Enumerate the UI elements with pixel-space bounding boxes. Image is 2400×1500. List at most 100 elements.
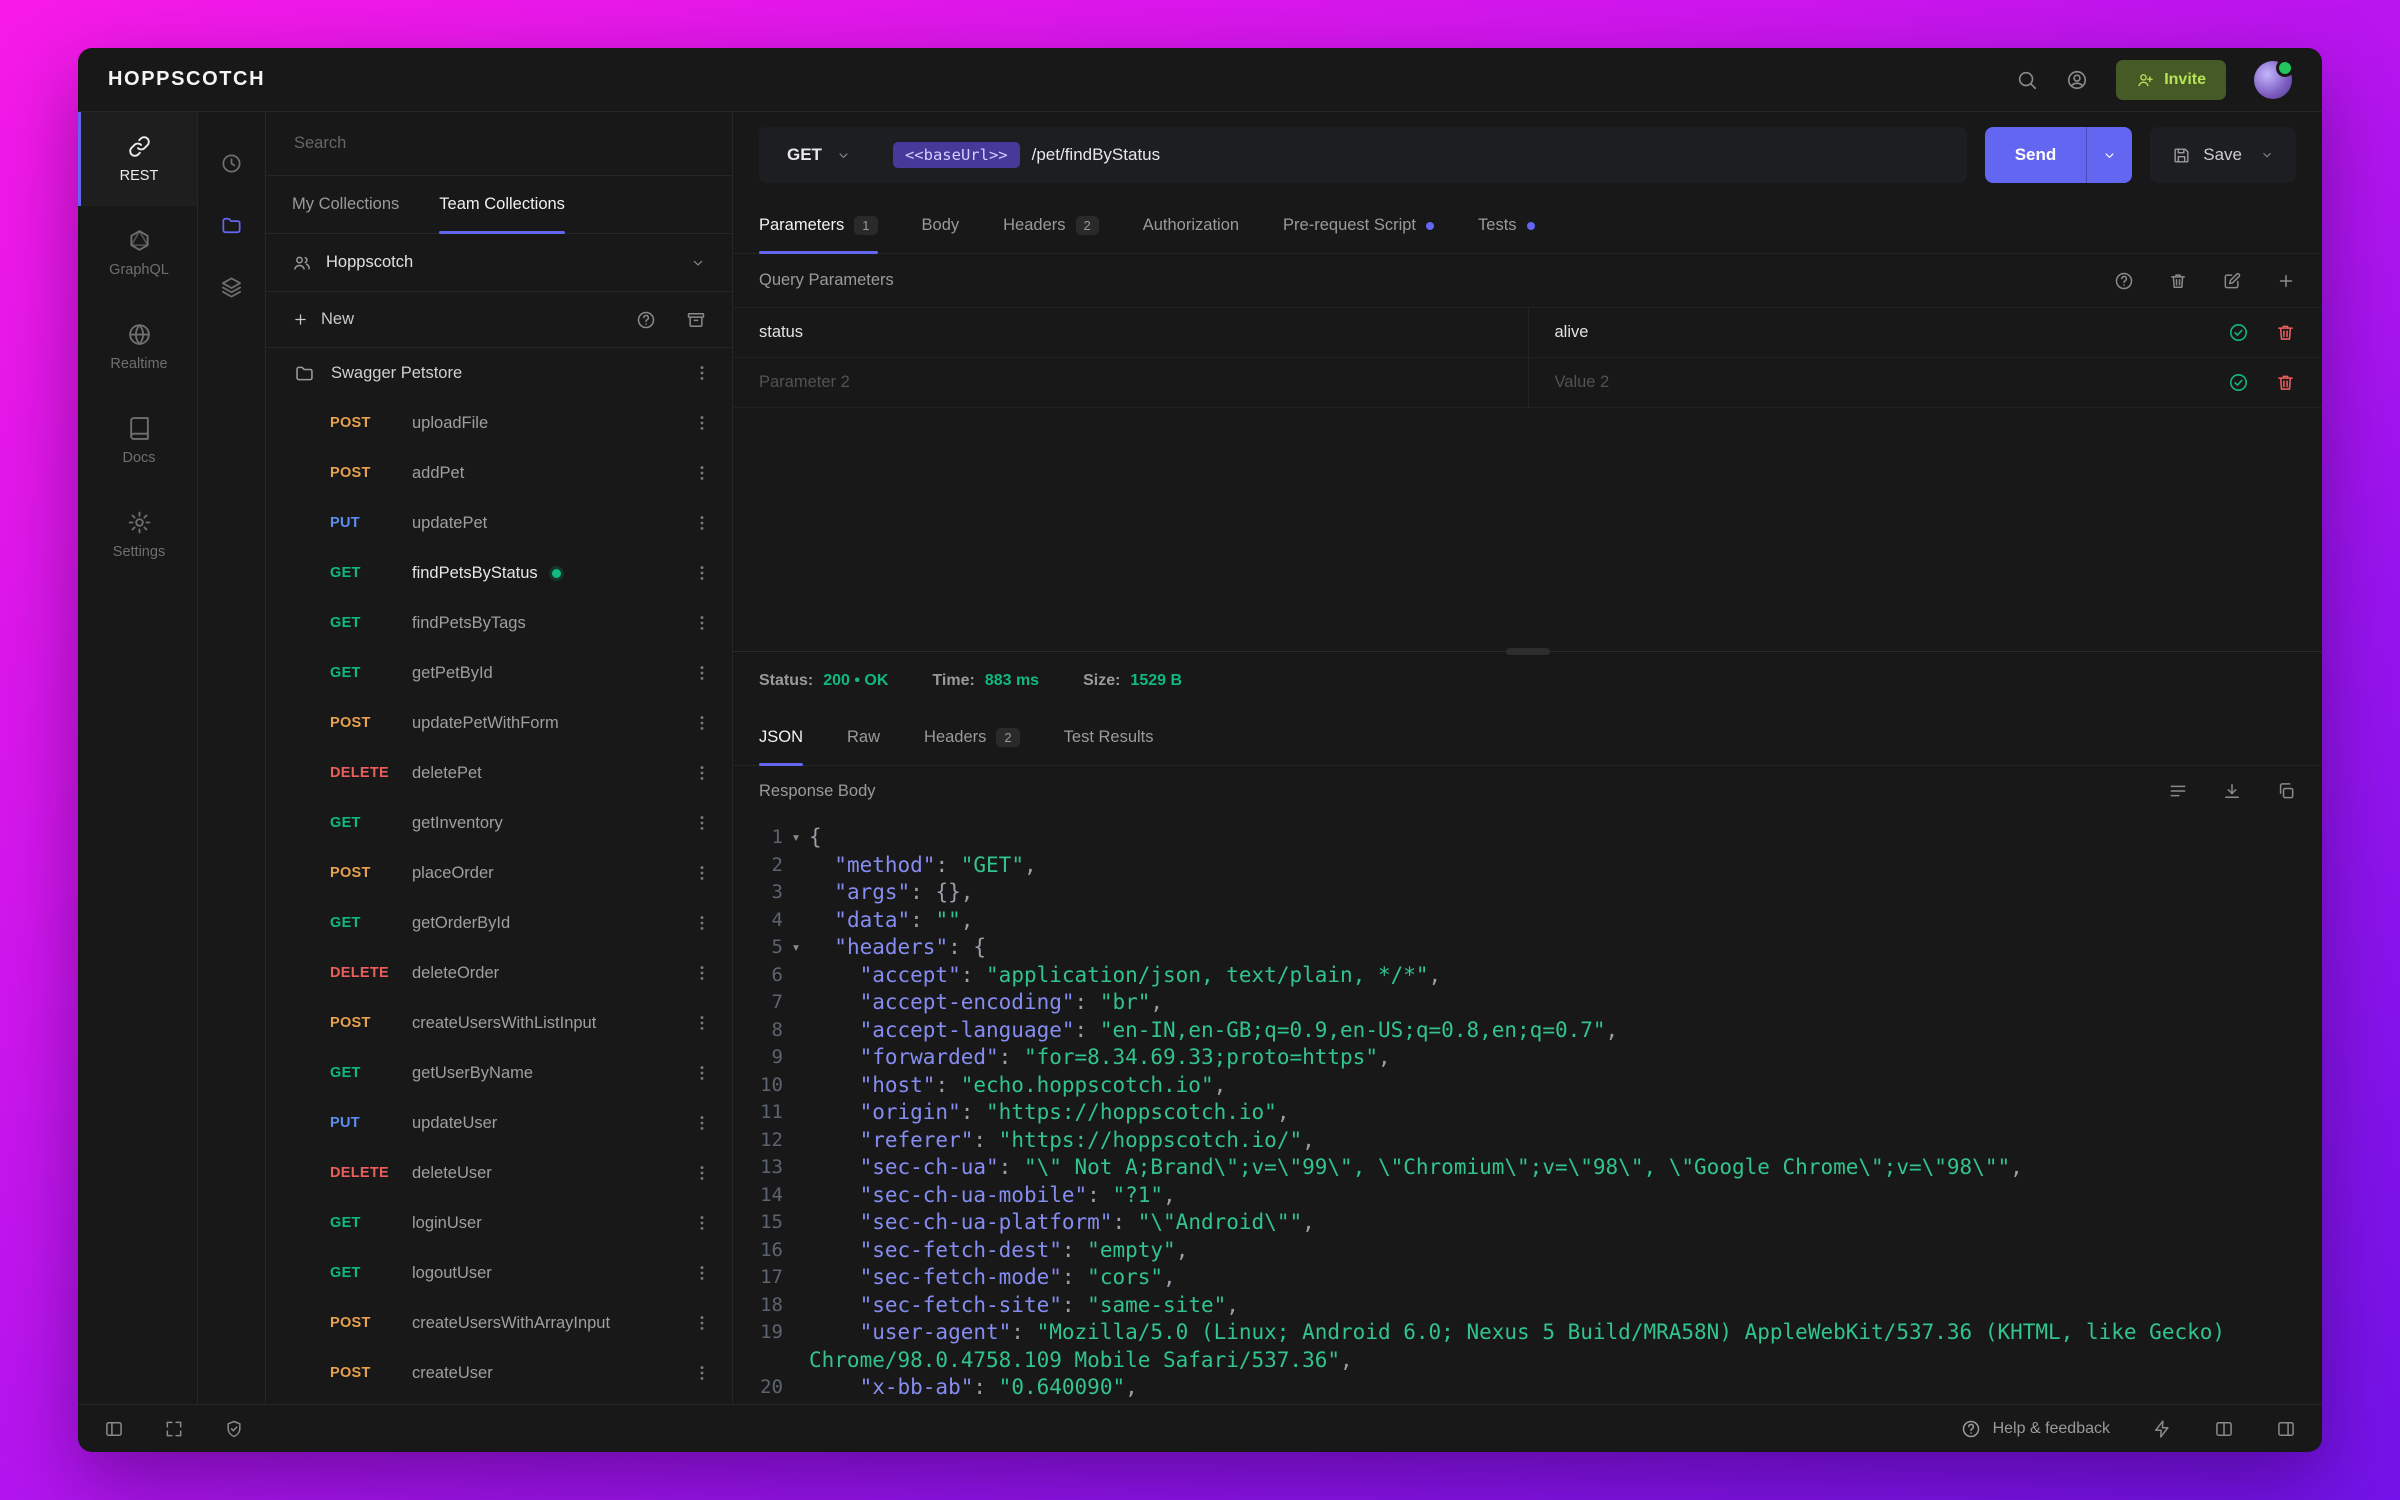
response-tab[interactable]: Raw bbox=[847, 710, 880, 765]
request-item[interactable]: DELETE deleteUser bbox=[266, 1148, 732, 1198]
fold-icon[interactable] bbox=[783, 1292, 809, 1320]
kebab-menu-icon[interactable] bbox=[692, 463, 712, 483]
request-tab[interactable]: Pre-request Script bbox=[1283, 198, 1435, 253]
request-item[interactable]: POST createUsersWithArrayInput bbox=[266, 1298, 732, 1348]
search-icon[interactable] bbox=[2016, 69, 2038, 91]
param-delete-icon[interactable] bbox=[2275, 322, 2296, 343]
download-icon[interactable] bbox=[2222, 781, 2242, 801]
nav-item-settings[interactable]: Settings bbox=[78, 488, 197, 582]
kebab-menu-icon[interactable] bbox=[692, 1163, 712, 1183]
kebab-menu-icon[interactable] bbox=[692, 363, 712, 383]
fold-icon[interactable]: ▾ bbox=[783, 934, 809, 962]
kebab-menu-icon[interactable] bbox=[692, 1363, 712, 1383]
rail-item-environments[interactable] bbox=[198, 256, 265, 318]
request-tab[interactable]: Headers 2 bbox=[1003, 198, 1099, 253]
send-options-button[interactable] bbox=[2086, 127, 2133, 183]
help-icon[interactable] bbox=[636, 310, 656, 330]
copy-icon[interactable] bbox=[2276, 781, 2296, 801]
fold-icon[interactable] bbox=[783, 1209, 809, 1237]
kebab-menu-icon[interactable] bbox=[692, 513, 712, 533]
kebab-menu-icon[interactable] bbox=[692, 1213, 712, 1233]
fold-icon[interactable] bbox=[783, 1154, 809, 1182]
request-tab[interactable]: Parameters 1 bbox=[759, 198, 878, 254]
new-collection-label[interactable]: New bbox=[321, 310, 354, 329]
fold-icon[interactable] bbox=[783, 1127, 809, 1155]
fold-icon[interactable] bbox=[783, 1017, 809, 1045]
help-icon[interactable] bbox=[2114, 271, 2134, 291]
request-item[interactable]: POST uploadFile bbox=[266, 398, 732, 448]
url-input[interactable]: <<baseUrl>> /pet/findByStatus bbox=[879, 142, 1160, 168]
fold-icon[interactable] bbox=[783, 1072, 809, 1100]
search-input[interactable] bbox=[292, 133, 706, 154]
request-item[interactable]: DELETE deleteOrder bbox=[266, 948, 732, 998]
avatar[interactable] bbox=[2254, 58, 2294, 99]
interceptor-icon[interactable] bbox=[224, 1419, 244, 1439]
response-tab[interactable]: Headers 2 bbox=[924, 710, 1020, 765]
toggle-sidebar-icon[interactable] bbox=[104, 1419, 124, 1439]
add-param-icon[interactable] bbox=[2276, 271, 2296, 291]
fold-icon[interactable]: ▾ bbox=[783, 824, 809, 852]
request-item[interactable]: PUT updateUser bbox=[266, 1098, 732, 1148]
send-button[interactable]: Send bbox=[1984, 127, 2087, 183]
column-layout-icon[interactable] bbox=[2214, 1419, 2234, 1439]
request-item[interactable]: POST addPet bbox=[266, 448, 732, 498]
kebab-menu-icon[interactable] bbox=[692, 713, 712, 733]
account-icon[interactable] bbox=[2066, 69, 2088, 91]
invite-button[interactable]: Invite bbox=[2116, 59, 2226, 100]
param-delete-icon[interactable] bbox=[2275, 372, 2296, 393]
collection-folder[interactable]: Swagger Petstore bbox=[266, 348, 732, 398]
fold-icon[interactable] bbox=[783, 1099, 809, 1127]
nav-item-graphql[interactable]: GraphQL bbox=[78, 206, 197, 300]
request-item[interactable]: PUT updatePet bbox=[266, 498, 732, 548]
kebab-menu-icon[interactable] bbox=[692, 863, 712, 883]
kebab-menu-icon[interactable] bbox=[692, 413, 712, 433]
kebab-menu-icon[interactable] bbox=[692, 563, 712, 583]
param-key-input[interactable]: Parameter 2 bbox=[733, 358, 1528, 407]
toggle-right-panel-icon[interactable] bbox=[2276, 1419, 2296, 1439]
wrap-lines-icon[interactable] bbox=[2168, 781, 2188, 801]
request-item[interactable]: GET getInventory bbox=[266, 798, 732, 848]
delete-all-icon[interactable] bbox=[2168, 271, 2188, 291]
method-select[interactable]: GET bbox=[759, 145, 879, 165]
response-body-editor[interactable]: 1 ▾ { 2 "method": "GET", 3 "args": {}, 4 … bbox=[733, 816, 2322, 1404]
request-item[interactable]: GET findPetsByStatus bbox=[266, 548, 732, 598]
fold-icon[interactable] bbox=[783, 1182, 809, 1210]
response-tab[interactable]: JSON bbox=[759, 710, 804, 766]
plus-icon[interactable] bbox=[292, 311, 309, 328]
request-item[interactable]: DELETE deletePet bbox=[266, 748, 732, 798]
fold-icon[interactable] bbox=[783, 852, 809, 880]
fold-icon[interactable] bbox=[783, 1374, 809, 1402]
kebab-menu-icon[interactable] bbox=[692, 963, 712, 983]
rail-item-history[interactable] bbox=[198, 132, 265, 194]
kebab-menu-icon[interactable] bbox=[692, 1313, 712, 1333]
fold-icon[interactable] bbox=[783, 989, 809, 1017]
kebab-menu-icon[interactable] bbox=[692, 1113, 712, 1133]
collections-tab[interactable]: My Collections bbox=[292, 176, 399, 233]
request-item[interactable]: GET loginUser bbox=[266, 1198, 732, 1248]
nav-item-realtime[interactable]: Realtime bbox=[78, 300, 197, 394]
request-item[interactable]: POST placeOrder bbox=[266, 848, 732, 898]
request-item[interactable]: GET getOrderById bbox=[266, 898, 732, 948]
collections-tab[interactable]: Team Collections bbox=[439, 176, 565, 234]
request-item[interactable]: GET getPetById bbox=[266, 648, 732, 698]
fold-icon[interactable] bbox=[783, 1237, 809, 1265]
fold-icon[interactable] bbox=[783, 907, 809, 935]
nav-item-rest[interactable]: REST bbox=[78, 112, 197, 206]
param-active-toggle-icon[interactable] bbox=[2228, 372, 2249, 393]
request-tab[interactable]: Authorization bbox=[1143, 198, 1239, 253]
request-item[interactable]: GET logoutUser bbox=[266, 1248, 732, 1298]
kebab-menu-icon[interactable] bbox=[692, 663, 712, 683]
kebab-menu-icon[interactable] bbox=[692, 913, 712, 933]
fold-icon[interactable] bbox=[783, 879, 809, 907]
request-tab[interactable]: Tests bbox=[1478, 198, 1535, 253]
request-tab[interactable]: Body bbox=[922, 198, 960, 253]
bulk-edit-icon[interactable] bbox=[2222, 271, 2242, 291]
param-active-toggle-icon[interactable] bbox=[2228, 322, 2249, 343]
rail-item-collections[interactable] bbox=[198, 194, 265, 256]
param-value-input[interactable]: alive bbox=[1555, 323, 2229, 342]
fold-icon[interactable] bbox=[783, 1044, 809, 1072]
team-selector[interactable]: Hoppscotch bbox=[266, 234, 732, 292]
request-item[interactable]: POST createUser bbox=[266, 1348, 732, 1398]
fold-icon[interactable] bbox=[783, 1402, 809, 1405]
request-item[interactable]: GET findPetsByTags bbox=[266, 598, 732, 648]
